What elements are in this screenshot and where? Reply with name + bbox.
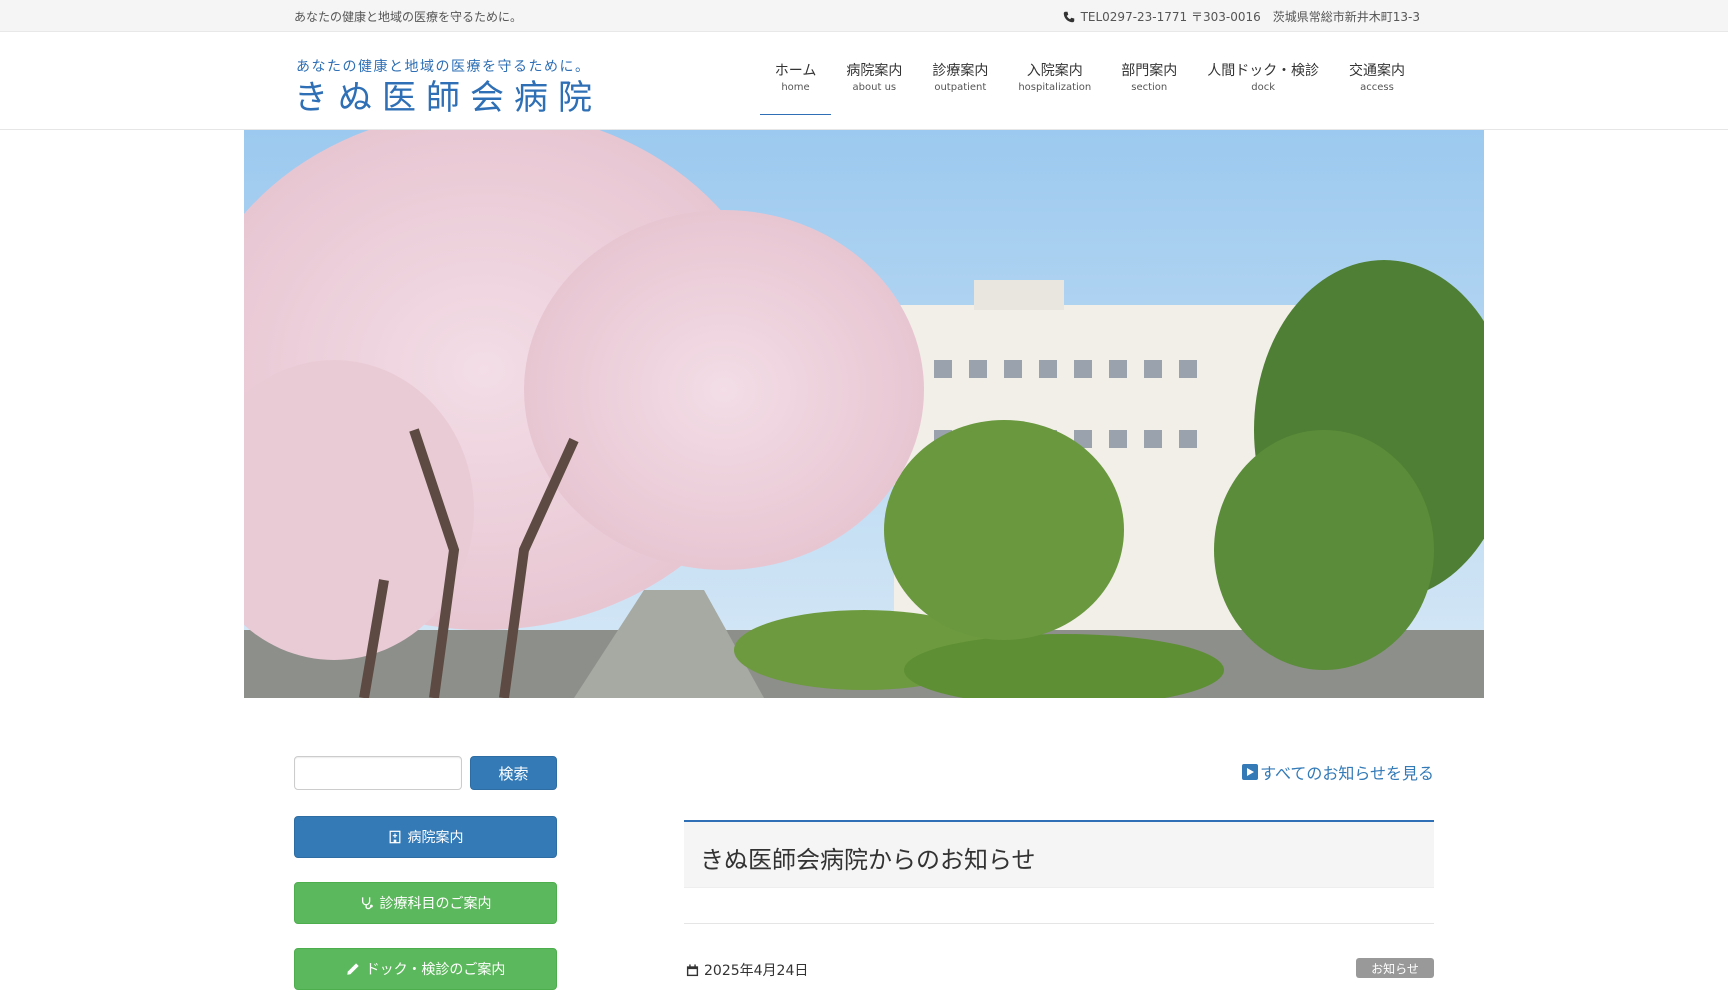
button-label: 病院案内 [407,830,464,846]
news-panel-header: きぬ医師会病院からのお知らせ [684,820,1434,888]
nav-label: 病院案内 [846,63,903,79]
stethoscope-icon [361,897,373,910]
phone-icon [1063,11,1074,22]
calendar-icon [686,963,699,976]
site-header: あなたの健康と地域の医療を守るために。 きぬ医師会病院 ホーム home 病院案… [0,32,1728,130]
nav-label: 人間ドック・検診 [1207,63,1319,79]
nav-label: ホーム [774,63,817,79]
nav-sublabel: section [1131,82,1168,93]
post-date: 2025年4月24日 [686,960,808,980]
nav-sublabel: home [781,82,810,93]
hospital-info-button[interactable]: 病院案内 [294,816,557,858]
hero-image [244,130,1484,698]
top-bar: あなたの健康と地域の医療を守るために。 TEL0297-23-1771 〒303… [0,0,1728,32]
nav-access[interactable]: 交通案内 access [1334,62,1420,108]
search-button[interactable]: 検索 [470,756,557,790]
contact-text: TEL0297-23-1771 〒303-0016 茨城県常総市新井木町13-3 [1080,10,1420,24]
dock-checkup-button[interactable]: ドック・検診のご案内 [294,948,557,990]
divider [684,923,1434,924]
button-label: 診療科目のご案内 [379,896,492,912]
nav-home[interactable]: ホーム home [759,62,832,115]
pencil-icon [346,963,359,975]
contact-info: TEL0297-23-1771 〒303-0016 茨城県常総市新井木町13-3 [1063,8,1420,25]
nav-label: 交通案内 [1349,63,1405,79]
nav-sublabel: access [1360,82,1394,93]
nav-label: 入院案内 [1026,63,1083,79]
main-nav: ホーム home 病院案内 about us 診療案内 outpatient 入… [759,62,1420,115]
nav-dock[interactable]: 人間ドック・検診 dock [1192,62,1334,108]
button-label: ドック・検診のご案内 [365,962,506,978]
nav-label: 診療案内 [932,63,989,79]
nav-sublabel: hospitalization [1018,82,1092,93]
all-news-label: すべてのお知らせを見る [1260,764,1434,783]
news-panel-title: きぬ医師会病院からのお知らせ [700,846,1036,874]
search-input[interactable] [294,756,462,790]
play-icon [1242,764,1259,780]
tagline: あなたの健康と地域の医療を守るために。 [294,10,523,24]
site-logo[interactable]: あなたの健康と地域の医療を守るために。 きぬ医師会病院 [294,56,604,118]
all-news-link[interactable]: すべてのお知らせを見る [1242,760,1434,784]
departments-button[interactable]: 診療科目のご案内 [294,882,557,924]
nav-hospitalization[interactable]: 入院案内 hospitalization [1003,62,1106,108]
nav-about[interactable]: 病院案内 about us [831,62,917,108]
logo-title: きぬ医師会病院 [294,78,602,118]
nav-outpatient[interactable]: 診療案内 outpatient [917,62,1003,108]
nav-section[interactable]: 部門案内 section [1106,62,1192,108]
post-date-text: 2025年4月24日 [704,963,809,979]
nav-label: 部門案内 [1121,63,1178,79]
post-title[interactable]: … [686,990,704,1000]
nav-sublabel: outpatient [934,82,987,93]
nav-sublabel: dock [1251,82,1276,93]
nav-sublabel: about us [852,82,897,93]
category-badge[interactable]: お知らせ [1356,958,1434,978]
hospital-icon [389,830,400,844]
hero-illustration [244,130,1484,698]
